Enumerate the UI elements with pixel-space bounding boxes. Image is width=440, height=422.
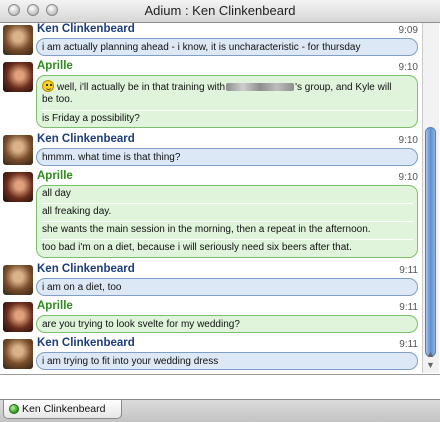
scrollbar-thumb[interactable] <box>425 127 436 357</box>
sender-name: Ken Clinkenbeard <box>37 337 135 349</box>
message-bubble: i am on a diet, too <box>36 278 418 296</box>
tab-bar: Ken Clinkenbeard <box>0 399 440 422</box>
message-text: i am trying to fit into your wedding dre… <box>42 356 219 367</box>
aprille-avatar <box>3 302 33 332</box>
message-bubble: all day all freaking day. she wants the … <box>36 185 418 258</box>
sender-name: Aprille <box>37 300 73 312</box>
message-time: 9:10 <box>398 172 418 183</box>
tab-label: Ken Clinkenbeard <box>22 403 106 415</box>
message-text: all day <box>42 188 71 199</box>
message-bubble: are you trying to look svelte for my wed… <box>36 315 418 333</box>
message-divider <box>41 110 413 111</box>
sender-name: Ken Clinkenbeard <box>37 23 135 35</box>
ken-avatar <box>3 25 33 55</box>
message-bubble: i am actually planning ahead - i know, i… <box>36 38 418 56</box>
sender-name: Ken Clinkenbeard <box>37 263 135 275</box>
redacted-name-image <box>226 83 295 92</box>
message-input[interactable] <box>0 374 440 399</box>
message-text: all freaking day. <box>42 206 112 217</box>
aprille-avatar <box>3 62 33 92</box>
message-transcript[interactable]: Ken Clinkenbeard 9:09 i am actually plan… <box>0 23 422 373</box>
message-text: hmmm. what time is that thing? <box>42 152 181 163</box>
aprille-avatar <box>3 172 33 202</box>
online-status-icon <box>9 404 19 414</box>
sender-name: Ken Clinkenbeard <box>37 133 135 145</box>
ken-avatar <box>3 339 33 369</box>
message-text: well, i'll actually be in that training … <box>42 80 412 93</box>
message-time: 9:09 <box>398 25 418 36</box>
message-text: she wants the main session in the mornin… <box>42 224 371 235</box>
title-bar[interactable]: Adium : Ken Clinkenbeard <box>0 0 440 23</box>
message-divider <box>41 221 413 222</box>
smiley-icon <box>42 80 54 92</box>
message-text: is Friday a possibility? <box>42 113 140 124</box>
message-bubble: well, i'll actually be in that training … <box>36 75 418 128</box>
message-time: 9:11 <box>399 302 418 313</box>
scroll-down-arrow-icon[interactable]: ▼ <box>426 360 435 370</box>
message-text: i am on a diet, too <box>42 282 122 293</box>
tab-ken-clinkenbeard[interactable]: Ken Clinkenbeard <box>3 400 122 419</box>
ken-avatar <box>3 135 33 165</box>
ken-avatar <box>3 265 33 295</box>
message-divider <box>41 203 413 204</box>
chat-window: Adium : Ken Clinkenbeard Ken Clinkenbear… <box>0 0 440 422</box>
message-time: 9:11 <box>399 265 418 276</box>
message-text: i am actually planning ahead - i know, i… <box>42 42 361 53</box>
transcript-scrollbar[interactable]: ▲ ▼ <box>422 23 439 373</box>
message-bubble: hmmm. what time is that thing? <box>36 148 418 166</box>
message-time: 9:10 <box>398 135 418 146</box>
message-time: 9:10 <box>398 62 418 73</box>
message-divider <box>41 239 413 240</box>
message-bubble: i am trying to fit into your wedding dre… <box>36 352 418 370</box>
sender-name: Aprille <box>37 60 73 72</box>
window-title: Adium : Ken Clinkenbeard <box>144 3 296 18</box>
sender-name: Aprille <box>37 170 73 182</box>
scroll-up-arrow-icon[interactable]: ▲ <box>426 349 435 359</box>
message-text: be too. <box>42 94 73 105</box>
message-time: 9:11 <box>399 339 418 350</box>
message-text: are you trying to look svelte for my wed… <box>42 319 240 330</box>
message-text: too bad i'm on a diet, because i will se… <box>42 242 352 253</box>
